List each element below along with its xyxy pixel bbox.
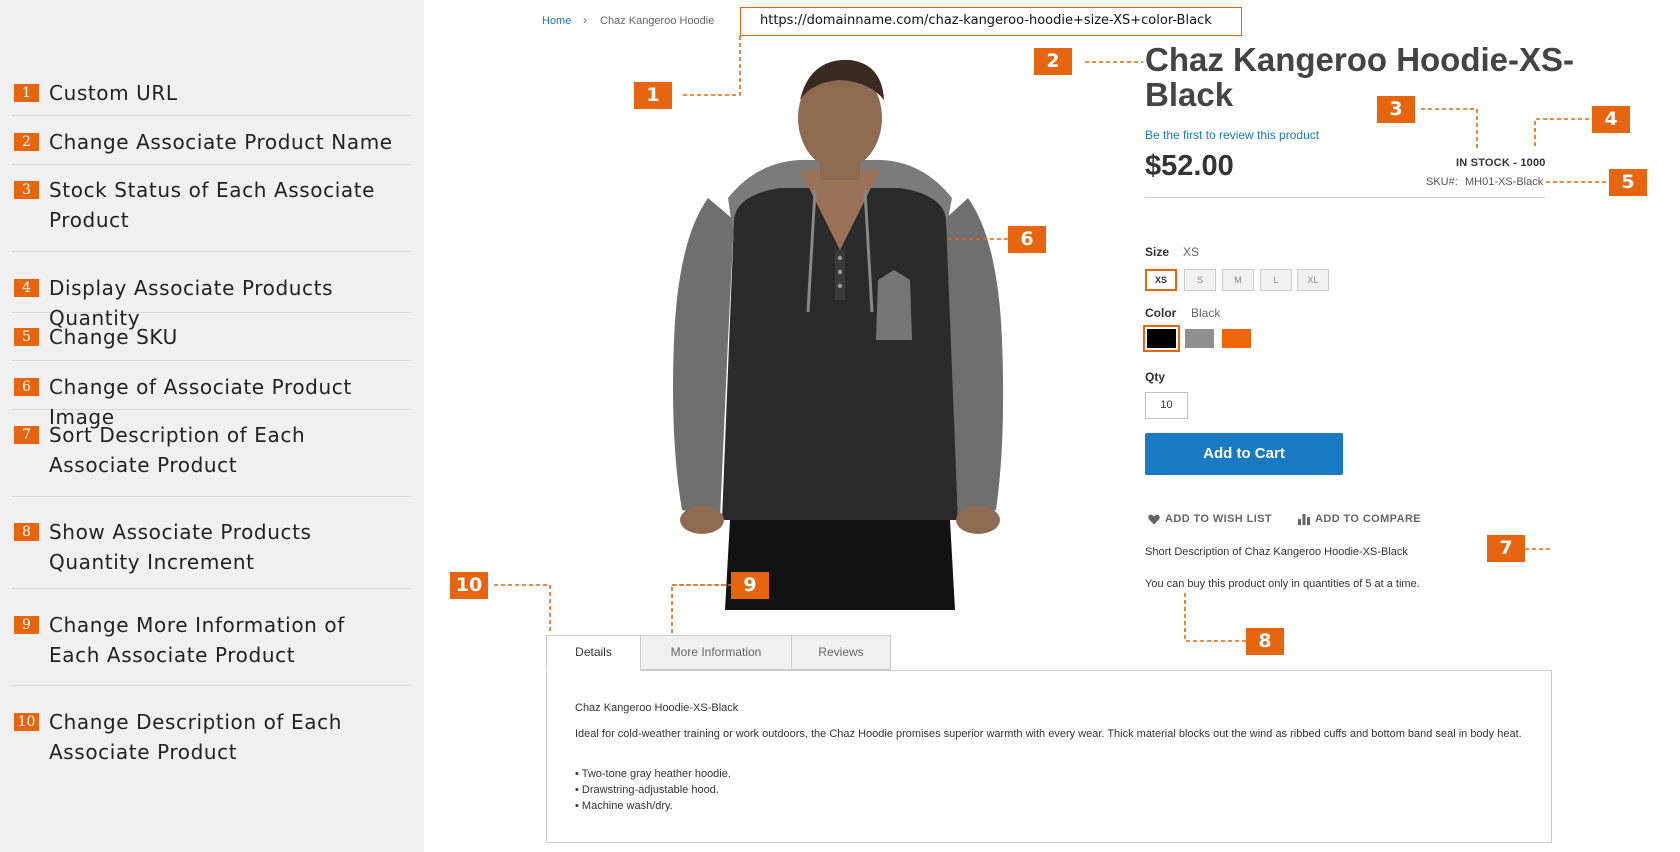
details-description: Ideal for cold-weather training or work … <box>575 728 1522 740</box>
size-swatch-m[interactable]: M <box>1222 269 1254 291</box>
feature-item: 10 Change Description of Each Associate … <box>12 686 410 786</box>
feature-item: 4 Display Associate Products Quantity <box>12 252 410 330</box>
feature-list-sidebar: 1 Custom URL 2 Change Associate Product … <box>0 0 424 852</box>
size-swatch-s[interactable]: S <box>1184 269 1216 291</box>
feature-item: 8 Show Associate Products Quantity Incre… <box>12 497 410 589</box>
breadcrumb-current: Chaz Kangeroo Hoodie <box>600 15 715 27</box>
feature-number-badge: 8 <box>14 523 39 541</box>
feature-label: Change More Information of Each Associat… <box>49 613 345 667</box>
details-tab-panel: Chaz Kangeroo Hoodie-XS-Black Ideal for … <box>546 670 1552 843</box>
feature-number-badge: 3 <box>14 181 39 199</box>
feature-label: Change SKU <box>49 325 178 349</box>
add-to-cart-button[interactable]: Add to Cart <box>1145 433 1343 475</box>
add-to-compare-link[interactable]: ADD TO COMPARE <box>1298 513 1421 525</box>
feature-number-badge: 9 <box>14 616 39 634</box>
color-swatch-black[interactable] <box>1143 325 1180 352</box>
feature-number-badge: 7 <box>14 426 39 444</box>
sku-label: SKU#: <box>1426 176 1458 188</box>
size-swatch-xl[interactable]: XL <box>1297 269 1329 291</box>
callout-badge: 4 <box>1592 106 1630 133</box>
callout-badge: 3 <box>1377 96 1415 123</box>
heart-icon <box>1148 514 1160 524</box>
callout-badge: 8 <box>1246 628 1284 655</box>
review-link[interactable]: Be the first to review this product <box>1145 128 1319 142</box>
tab-reviews[interactable]: Reviews <box>791 635 891 670</box>
divider <box>1145 197 1545 198</box>
size-selected-value: XS <box>1183 245 1200 259</box>
product-price: $52.00 <box>1145 150 1234 182</box>
feature-item: 6 Change of Associate Product Image <box>12 361 410 429</box>
bar-chart-icon <box>1298 513 1310 525</box>
qty-increment-notice: You can buy this product only in quantit… <box>1145 578 1420 590</box>
feature-label: Sort Description of Each Associate Produ… <box>49 423 306 477</box>
feature-number-badge: 1 <box>14 84 39 102</box>
custom-url-box: https://domainname.com/chaz-kangeroo-hoo… <box>740 7 1242 36</box>
tab-details[interactable]: Details <box>546 635 641 671</box>
color-swatch-orange[interactable] <box>1222 329 1251 348</box>
list-item: • Two-tone gray heather hoodie. <box>575 768 731 780</box>
size-swatch-xs[interactable]: XS <box>1145 269 1177 291</box>
size-swatch-l[interactable]: L <box>1260 269 1292 291</box>
list-item: • Drawstring-adjustable hood. <box>575 784 719 796</box>
callout-badge: 2 <box>1034 48 1072 75</box>
details-bullet-list: • Two-tone gray heather hoodie. • Drawst… <box>575 766 731 814</box>
feature-item: 1 Custom URL <box>12 76 410 116</box>
feature-item: 5 Change SKU <box>12 313 410 361</box>
callout-badge: 9 <box>731 572 769 599</box>
tab-more-information[interactable]: More Information <box>640 635 792 670</box>
callout-badge: 6 <box>1008 226 1046 253</box>
product-name: Chaz Kangeroo Hoodie-XS-Black <box>1145 41 1575 113</box>
short-description: Short Description of Chaz Kangeroo Hoodi… <box>1145 546 1408 558</box>
breadcrumb-home-link[interactable]: Home <box>542 15 571 27</box>
color-swatch-gray[interactable] <box>1185 329 1214 348</box>
wishlist-label: ADD TO WISH LIST <box>1165 513 1273 525</box>
details-title: Chaz Kangeroo Hoodie-XS-Black <box>575 702 739 714</box>
feature-item: 7 Sort Description of Each Associate Pro… <box>12 410 410 497</box>
qty-label: Qty <box>1145 370 1166 384</box>
color-label: Color <box>1145 306 1177 320</box>
feature-item: 3 Stock Status of Each Associate Product <box>12 165 410 252</box>
callout-badge: 5 <box>1609 169 1647 196</box>
product-image <box>673 59 1004 610</box>
callout-badge: 1 <box>634 82 672 109</box>
feature-label: Change Associate Product Name <box>49 130 393 154</box>
breadcrumb-separator-icon: › <box>583 13 587 27</box>
feature-label: Custom URL <box>49 81 178 105</box>
list-item: • Machine wash/dry. <box>575 800 673 812</box>
feature-number-badge: 4 <box>14 279 39 297</box>
color-selected-value: Black <box>1191 306 1221 320</box>
feature-number-badge: 6 <box>14 378 39 396</box>
compare-label: ADD TO COMPARE <box>1315 513 1422 525</box>
sku-value: MH01-XS-Black <box>1465 176 1544 188</box>
feature-number-badge: 10 <box>14 713 39 731</box>
stock-status: IN STOCK - 1000 <box>1456 157 1546 169</box>
feature-label: Show Associate Products Quantity Increme… <box>49 520 312 574</box>
add-to-wishlist-link[interactable]: ADD TO WISH LIST <box>1148 513 1272 525</box>
callout-badge: 7 <box>1487 535 1525 562</box>
feature-number-badge: 5 <box>14 328 39 346</box>
size-label: Size <box>1145 245 1170 259</box>
feature-item: 2 Change Associate Product Name <box>12 116 410 165</box>
feature-number-badge: 2 <box>14 133 39 151</box>
callout-badge: 10 <box>450 572 488 599</box>
feature-item: 9 Change More Information of Each Associ… <box>12 589 410 686</box>
feature-label: Change Description of Each Associate Pro… <box>49 710 342 764</box>
feature-label: Stock Status of Each Associate Product <box>49 178 376 232</box>
qty-input[interactable]: 10 <box>1145 392 1188 419</box>
